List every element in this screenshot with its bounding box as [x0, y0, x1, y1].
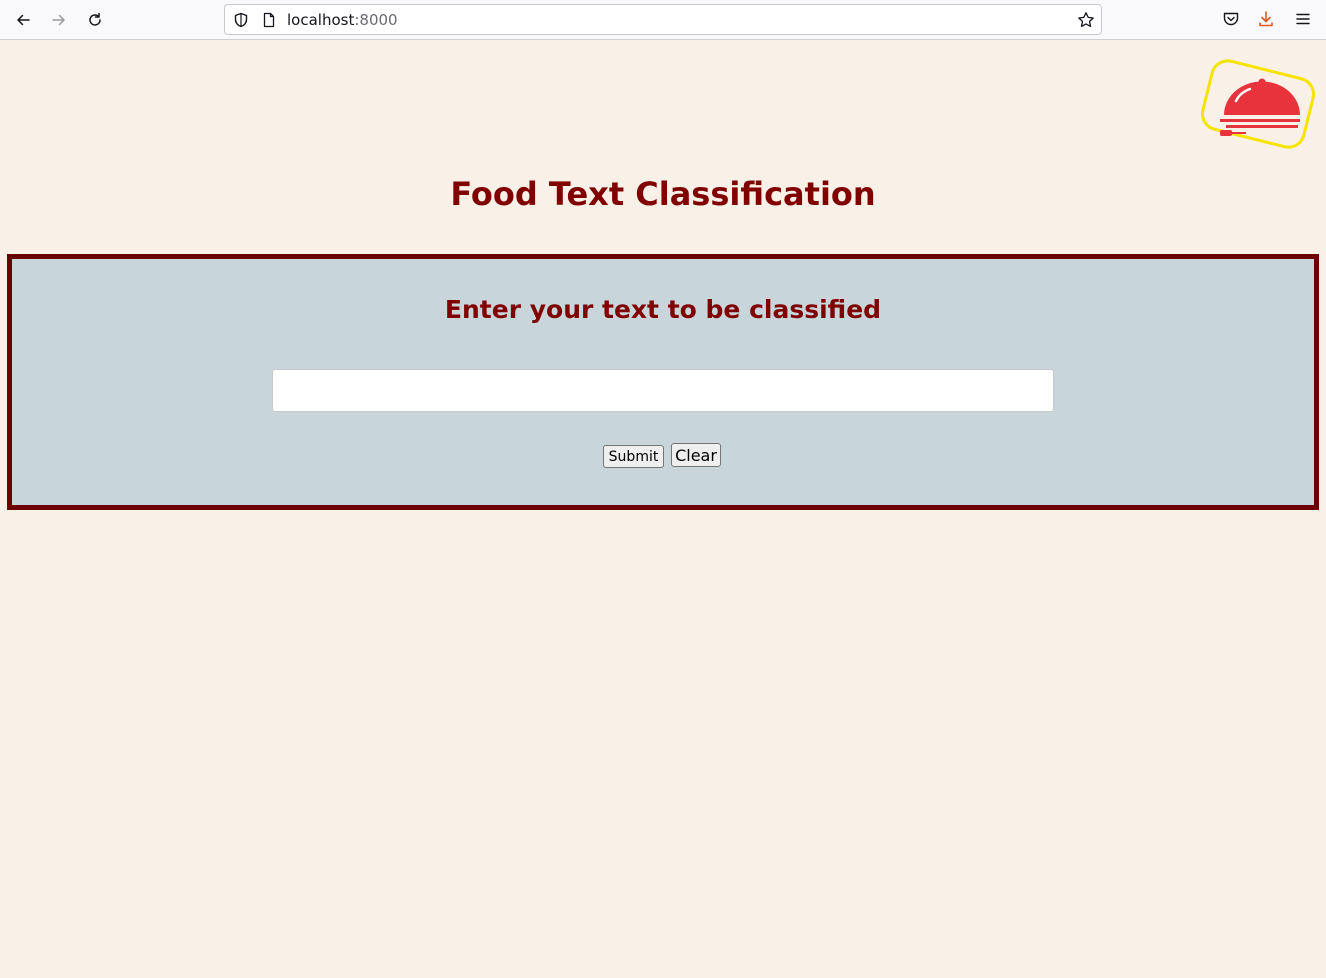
browser-toolbar: localhost:8000 [0, 0, 1326, 40]
food-cloche-logo-icon [1200, 59, 1316, 149]
arrow-right-icon [52, 14, 65, 26]
clear-button[interactable]: Clear [671, 443, 721, 467]
panel-heading: Enter your text to be classified [444, 295, 882, 324]
arrow-left-icon [17, 14, 30, 26]
url-port: :8000 [354, 11, 398, 29]
submit-button[interactable]: Submit [603, 445, 664, 468]
star-icon[interactable] [1077, 11, 1095, 29]
download-icon[interactable] [1257, 10, 1275, 28]
address-bar[interactable]: localhost:8000 [224, 4, 1102, 35]
shield-icon[interactable] [233, 12, 249, 28]
forward-button[interactable] [45, 6, 73, 34]
page-title: Food Text Classification [450, 175, 876, 213]
reload-icon [89, 12, 101, 26]
hamburger-menu-icon[interactable] [1294, 10, 1312, 28]
url-text[interactable]: localhost:8000 [287, 11, 398, 29]
page-content: Food Text Classification Enter your text… [0, 41, 1326, 978]
url-host: localhost [287, 11, 355, 29]
classification-panel: Enter your text to be classified Submit … [7, 254, 1319, 510]
page-icon[interactable] [261, 12, 277, 28]
pocket-icon[interactable] [1222, 10, 1240, 28]
back-button[interactable] [9, 6, 37, 34]
text-input[interactable] [272, 369, 1054, 412]
reload-button[interactable] [81, 6, 109, 34]
